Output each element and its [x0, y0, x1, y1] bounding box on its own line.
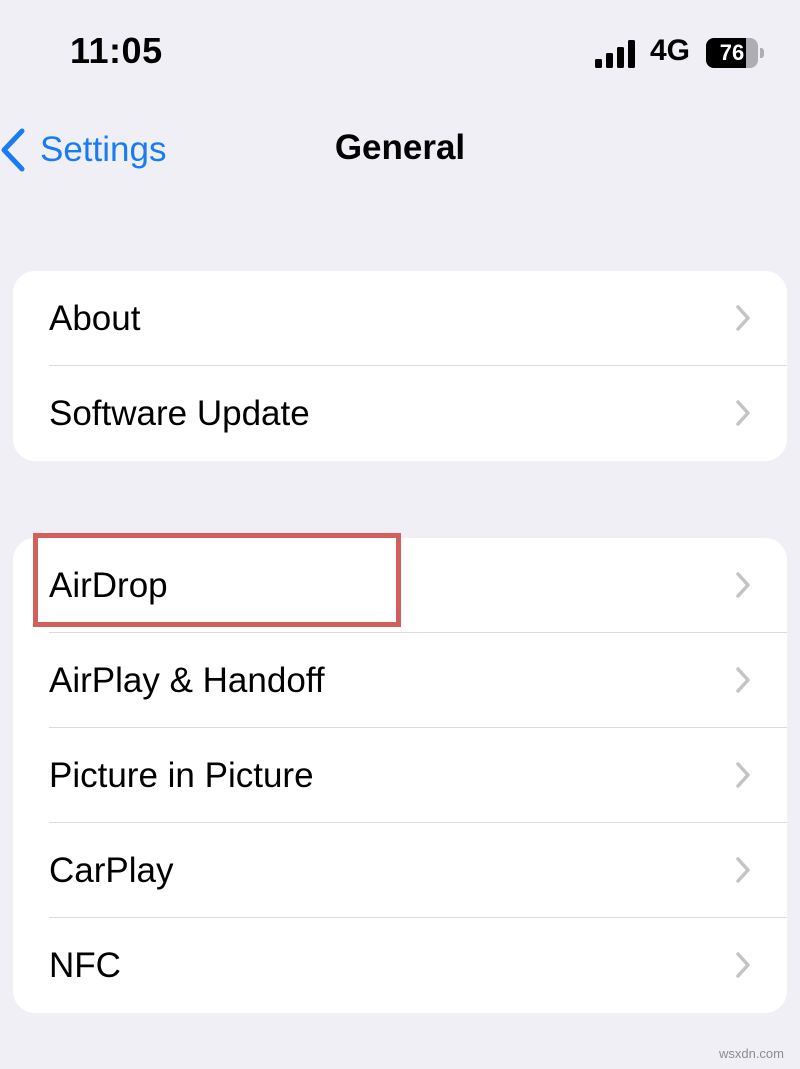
settings-group-2: AirDrop AirPlay & Handoff Picture in Pic… [13, 538, 787, 1013]
settings-row-about[interactable]: About [13, 271, 787, 366]
navigation-bar: Settings General [0, 110, 800, 190]
row-label: NFC [49, 946, 121, 985]
chevron-right-icon [736, 667, 750, 693]
watermark: wsxdn.com [718, 1046, 784, 1061]
row-label: CarPlay [49, 851, 174, 890]
settings-row-nfc[interactable]: NFC [13, 918, 787, 1013]
chevron-right-icon [736, 572, 750, 598]
battery-level: 76 [719, 40, 745, 65]
page-title: General [334, 128, 466, 167]
settings-row-picture-in-picture[interactable]: Picture in Picture [13, 728, 787, 823]
row-label: AirDrop [49, 566, 168, 605]
status-bar: 11:05 4G 76 [0, 0, 800, 110]
status-time: 11:05 [70, 30, 163, 71]
chevron-right-icon [736, 400, 750, 426]
row-label: Picture in Picture [49, 756, 314, 795]
settings-row-software-update[interactable]: Software Update [13, 366, 787, 461]
battery-icon: 76 [706, 38, 766, 68]
row-label: Software Update [49, 394, 310, 433]
settings-row-airdrop[interactable]: AirDrop [13, 538, 787, 633]
chevron-right-icon [736, 952, 750, 978]
row-label: AirPlay & Handoff [49, 661, 325, 700]
chevron-right-icon [736, 857, 750, 883]
settings-row-carplay[interactable]: CarPlay [13, 823, 787, 918]
row-label: About [49, 299, 141, 338]
chevron-right-icon [736, 762, 750, 788]
settings-group-1: About Software Update [13, 271, 787, 461]
chevron-right-icon [736, 305, 750, 331]
settings-row-airplay-handoff[interactable]: AirPlay & Handoff [13, 633, 787, 728]
network-type: 4G [650, 34, 691, 67]
cellular-signal-icon [595, 40, 635, 68]
